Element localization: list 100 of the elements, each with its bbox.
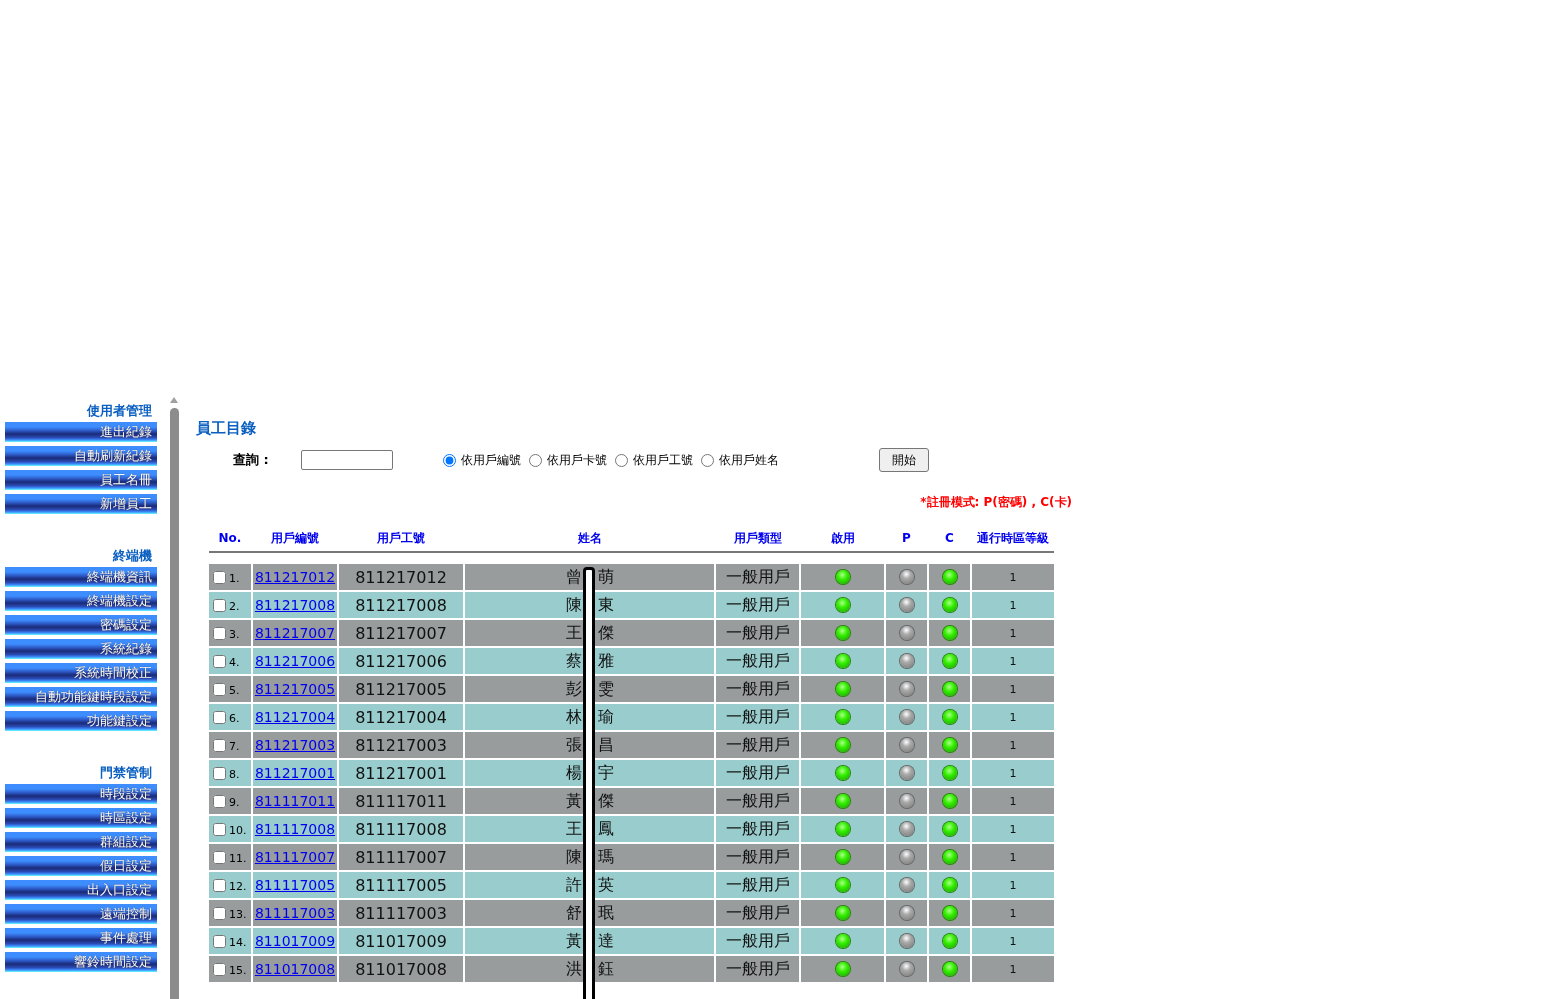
row-checkbox[interactable] xyxy=(213,822,226,836)
query-label: 查詢 : xyxy=(233,451,270,469)
menu-item[interactable]: 出入口設定 xyxy=(5,880,157,900)
menu-heading: 使用者管理 xyxy=(85,402,153,420)
menu-item[interactable]: 群組設定 xyxy=(5,832,157,852)
radio-button[interactable] xyxy=(529,453,542,467)
column-header: 通行時區等級 xyxy=(976,529,1050,547)
surname-text: 黃 xyxy=(565,790,582,812)
menu-item[interactable]: 進出紀錄 xyxy=(5,422,157,442)
row-checkbox[interactable] xyxy=(213,570,226,584)
menu-item[interactable]: 功能鍵設定 xyxy=(5,711,157,731)
menu-item[interactable]: 時區設定 xyxy=(5,808,157,828)
query-field[interactable] xyxy=(301,450,393,470)
menu-item[interactable]: 自動功能鍵時段設定 xyxy=(5,687,157,707)
menu-item[interactable]: 終端機設定 xyxy=(5,591,157,611)
table-cell: 811117007 xyxy=(339,844,463,870)
surname-text: 王 xyxy=(565,622,582,644)
menu-item[interactable]: 響鈴時間設定 xyxy=(5,952,157,972)
radio-label: 依用戶卡號 xyxy=(547,451,607,469)
menu-item[interactable]: 假日設定 xyxy=(5,856,157,876)
table-cell: 811017008 xyxy=(339,956,463,982)
table-cell: 1 xyxy=(972,564,1054,590)
row-checkbox[interactable] xyxy=(213,598,226,612)
table-cell: 一般用戶 xyxy=(716,564,799,590)
menu-item[interactable]: 終端機資訊 xyxy=(5,567,157,587)
table-cell: 811217001 xyxy=(339,760,463,786)
table-cell: 1 xyxy=(972,928,1054,954)
given-name-text: 東 xyxy=(597,594,614,616)
given-name-text: 傑 xyxy=(597,622,614,644)
row-number: 13. xyxy=(229,908,247,923)
table-cell: 一般用戶 xyxy=(716,648,799,674)
row-checkbox[interactable] xyxy=(213,682,226,696)
surname-text: 舒 xyxy=(565,902,582,924)
column-header: 姓名 xyxy=(576,529,603,547)
table-cell: 811117003 xyxy=(339,900,463,926)
menu-item[interactable]: 自動刷新紀錄 xyxy=(5,446,157,466)
menu-item[interactable]: 系統紀錄 xyxy=(5,639,157,659)
column-header: 啟用 xyxy=(829,529,856,547)
table-cell: 一般用戶 xyxy=(716,956,799,982)
given-name-text: 鳳 xyxy=(597,818,614,840)
row-checkbox[interactable] xyxy=(213,878,226,892)
row-checkbox[interactable] xyxy=(213,850,226,864)
row-number: 4. xyxy=(229,656,240,671)
menu-item[interactable]: 新增員工 xyxy=(5,494,157,514)
table-cell: 811217003 xyxy=(339,732,463,758)
radio-button[interactable] xyxy=(615,453,628,467)
row-number: 14. xyxy=(229,936,247,951)
column-header: No. xyxy=(217,531,243,545)
table-cell: 一般用戶 xyxy=(716,844,799,870)
row-checkbox[interactable] xyxy=(213,710,226,724)
table-cell: 一般用戶 xyxy=(716,620,799,646)
row-number: 6. xyxy=(229,712,240,727)
table-cell: 1 xyxy=(972,816,1054,842)
radio-button[interactable] xyxy=(701,453,714,467)
table-cell: 811217004 xyxy=(339,704,463,730)
row-checkbox[interactable] xyxy=(213,794,226,808)
table-cell: 1 xyxy=(972,648,1054,674)
row-checkbox[interactable] xyxy=(213,934,226,948)
table-cell: 811217012 xyxy=(339,564,463,590)
table-cell: 1 xyxy=(972,592,1054,618)
menu-item[interactable]: 系統時間校正 xyxy=(5,663,157,683)
menu-item[interactable]: 事件處理 xyxy=(5,928,157,948)
surname-text: 陳 xyxy=(565,846,582,868)
column-header: 用戶工號 xyxy=(376,529,426,547)
row-number: 7. xyxy=(229,740,240,755)
given-name-text: 鈺 xyxy=(597,958,614,980)
row-checkbox[interactable] xyxy=(213,738,226,752)
given-name-text: 瑪 xyxy=(597,846,614,868)
row-checkbox[interactable] xyxy=(213,766,226,780)
row-number: 9. xyxy=(229,796,240,811)
row-checkbox[interactable] xyxy=(213,962,226,976)
table-cell: 一般用戶 xyxy=(716,676,799,702)
given-name-text: 雅 xyxy=(597,650,614,672)
row-number: 3. xyxy=(229,628,240,643)
menu-item[interactable]: 遠端控制 xyxy=(5,904,157,924)
table-cell: 一般用戶 xyxy=(716,704,799,730)
row-checkbox[interactable] xyxy=(213,626,226,640)
table-cell: 一般用戶 xyxy=(716,928,799,954)
given-name-text: 昌 xyxy=(597,734,614,756)
table-cell: 一般用戶 xyxy=(716,872,799,898)
row-checkbox[interactable] xyxy=(213,654,226,668)
given-name-text: 傑 xyxy=(597,790,614,812)
surname-text: 洪 xyxy=(565,958,582,980)
menu-heading: 門禁管制 xyxy=(99,764,153,782)
scroll-up-icon[interactable] xyxy=(169,396,179,404)
menu-item[interactable]: 密碼設定 xyxy=(5,615,157,635)
given-name-text: 萌 xyxy=(597,566,614,588)
table-cell: 一般用戶 xyxy=(716,592,799,618)
menu-item[interactable]: 員工名冊 xyxy=(5,470,157,490)
menu-heading: 終端機 xyxy=(112,547,153,565)
surname-text: 許 xyxy=(565,874,582,896)
surname-text: 陳 xyxy=(565,594,582,616)
menu-item[interactable]: 時段設定 xyxy=(5,784,157,804)
table-cell: 一般用戶 xyxy=(716,788,799,814)
row-checkbox[interactable] xyxy=(213,906,226,920)
page-title: 員工目錄 xyxy=(196,419,257,438)
surname-text: 黃 xyxy=(565,930,582,952)
column-header: C xyxy=(944,531,955,545)
start-button[interactable]: 開始 xyxy=(879,448,929,472)
radio-button[interactable] xyxy=(443,453,456,467)
